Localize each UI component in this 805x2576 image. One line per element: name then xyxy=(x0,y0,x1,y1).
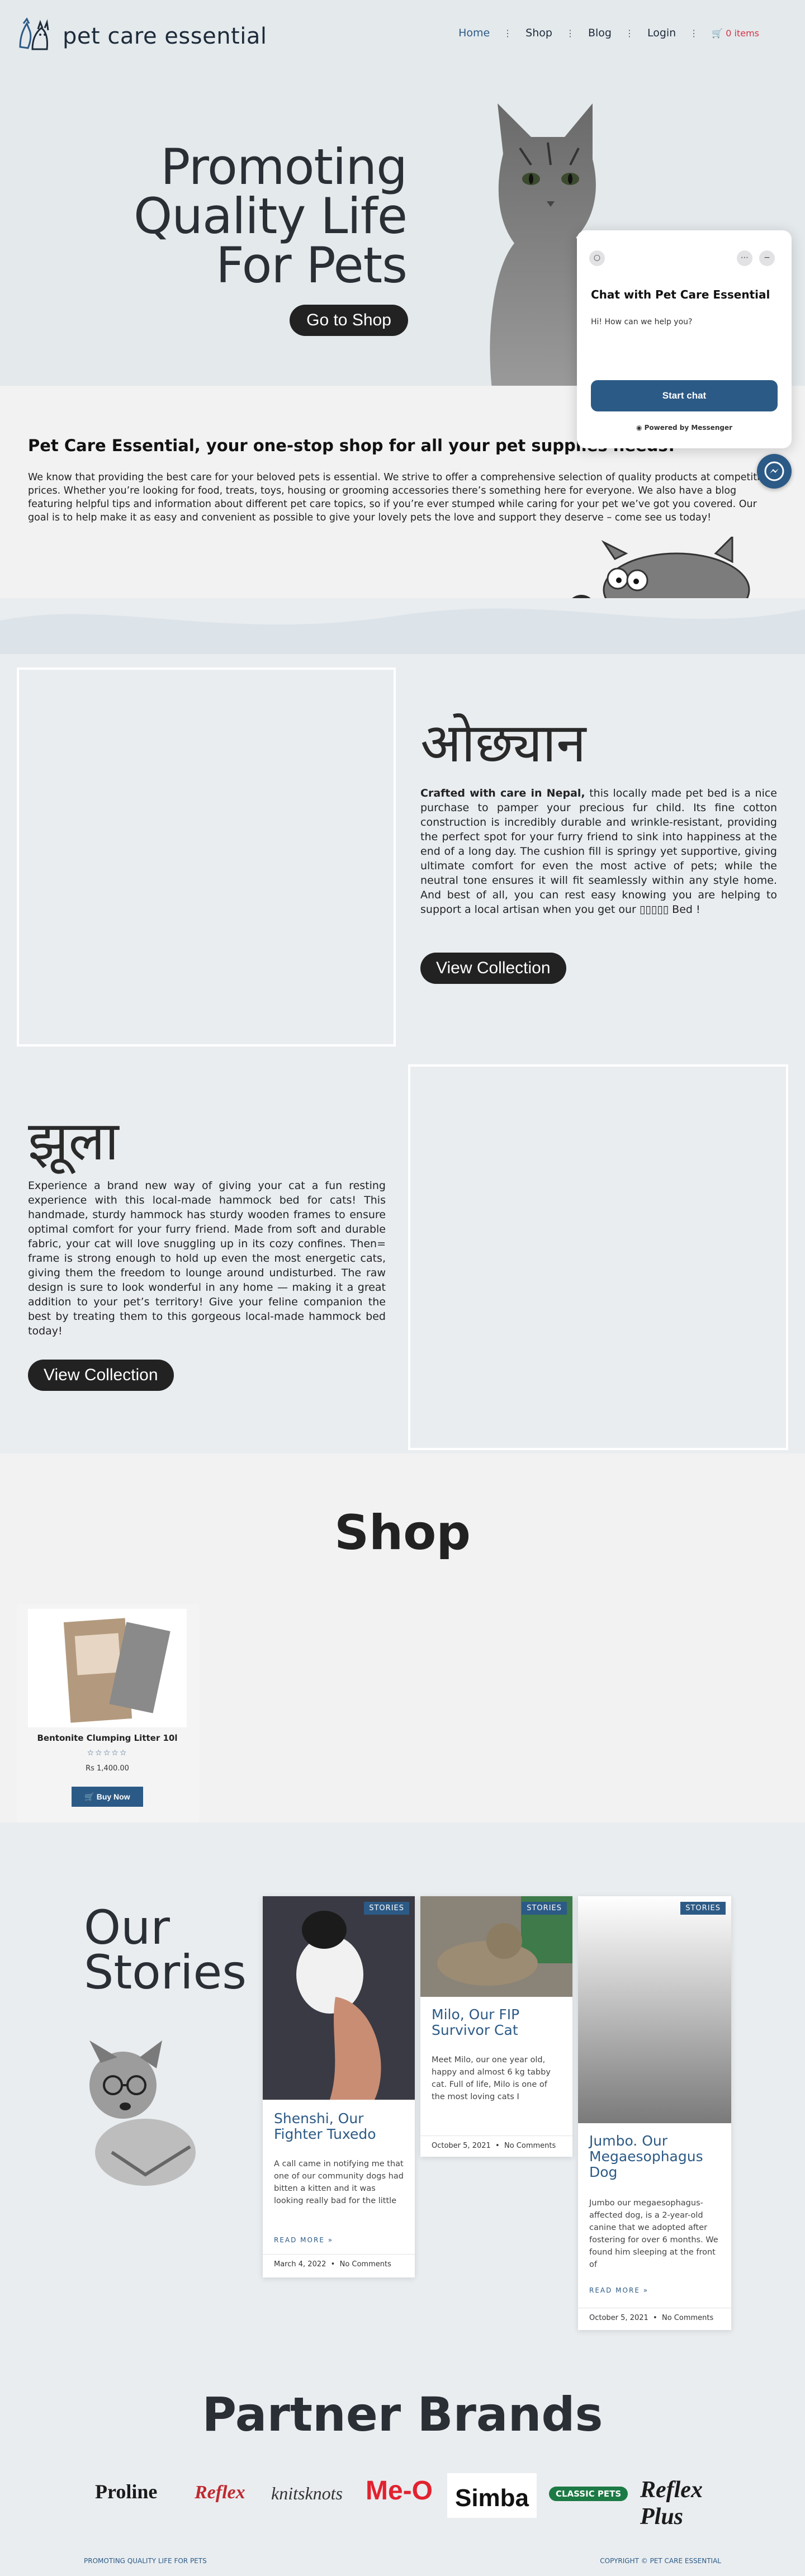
pet-logo-icon xyxy=(19,17,49,50)
story-category-badge[interactable]: STORIES xyxy=(680,1902,726,1915)
product-name[interactable]: Bentonite Clumping Litter 10l xyxy=(28,1733,187,1743)
partner-logo-reflex-plus[interactable]: Reflex Plus xyxy=(640,2476,721,2530)
pet-bed-image xyxy=(17,667,396,1046)
bed-view-collection-button[interactable]: View Collection xyxy=(420,953,566,984)
intro-text: We know that providing the best care for… xyxy=(28,472,772,523)
story-meta: October 5, 2021 • No Comments xyxy=(578,2308,731,2328)
story-title[interactable]: Jumbo. Our Megaesophagus Dog xyxy=(589,2133,719,2180)
hero-title-line: Quality Life xyxy=(133,187,408,245)
story-comments[interactable]: No Comments xyxy=(504,2142,556,2150)
chat-minimize-icon[interactable]: − xyxy=(759,250,775,266)
footer-tagline: PROMOTING QUALITY LIFE FOR PETS xyxy=(84,2557,207,2565)
start-chat-button[interactable]: Start chat xyxy=(591,380,778,411)
story-meta: October 5, 2021 • No Comments xyxy=(420,2135,572,2156)
partner-logo-knitsknots[interactable]: knitsknots xyxy=(271,2483,343,2504)
litter-bag-image xyxy=(63,1618,171,1723)
messenger-icon xyxy=(764,461,784,481)
nav-blog[interactable]: Blog xyxy=(575,27,625,39)
story-image xyxy=(578,1896,731,2123)
wave-divider xyxy=(0,608,805,654)
chat-greeting: Hi! How can we help you? xyxy=(591,318,693,326)
cart-link[interactable]: 🛒 0 items xyxy=(698,28,773,39)
cat-hammock-image xyxy=(408,1064,788,1450)
story-category-badge[interactable]: STORIES xyxy=(364,1902,409,1915)
hero-title-line: For Pets xyxy=(216,236,408,294)
story-category-badge[interactable]: STORIES xyxy=(522,1902,567,1915)
nav-separator: ⋮ xyxy=(503,27,513,39)
messenger-launcher-button[interactable] xyxy=(757,454,792,489)
story-date: October 5, 2021 xyxy=(589,2314,648,2322)
story-excerpt: Jumbo our megaesophagus-affected dog, is… xyxy=(589,2199,718,2269)
rating-stars-icon: ☆☆☆☆☆ xyxy=(87,1749,128,1758)
site-logo[interactable]: pet care essential xyxy=(16,17,267,56)
chat-avatar-icon: ○ xyxy=(589,250,605,266)
nav-separator: ⋮ xyxy=(624,27,634,39)
bed-lead: Crafted with care in Nepal, xyxy=(420,787,585,799)
bed-description: Crafted with care in Nepal, this locally… xyxy=(420,786,777,917)
hammock-title: झूला xyxy=(28,1110,119,1172)
story-excerpt: Meet Milo, our one year old, happy and a… xyxy=(432,2056,551,2101)
stories-title-line: Stories xyxy=(84,1945,247,2000)
story-date: March 4, 2022 xyxy=(274,2260,326,2269)
partner-logo-simba[interactable]: Simba xyxy=(447,2473,537,2518)
chat-more-icon[interactable]: ⋯ xyxy=(737,250,752,266)
go-to-shop-button[interactable]: Go to Shop xyxy=(290,305,408,336)
nav-separator: ⋮ xyxy=(689,27,699,39)
hero-title: Promoting Quality Life For Pets xyxy=(133,138,408,294)
stories-title: Our Stories xyxy=(84,1900,247,2000)
powered-by-label: Powered by Messenger xyxy=(644,424,733,432)
story-title[interactable]: Milo, Our FIP Survivor Cat xyxy=(432,2007,561,2038)
partner-logos-row: Proline Reflex knitsknots Me-O Simba CLA… xyxy=(89,2470,721,2530)
product-price: Rs 1,400.00 xyxy=(86,1764,129,1773)
partner-logo-meo[interactable]: Me-O xyxy=(366,2475,433,2506)
site-header: pet care essential Home ⋮ Shop ⋮ Blog ⋮ … xyxy=(0,0,805,73)
nav-login[interactable]: Login xyxy=(634,27,689,39)
product-card[interactable]: Bentonite Clumping Litter 10l ☆☆☆☆☆ Rs 1… xyxy=(28,1609,187,1819)
story-excerpt: A call came in notifying me that one of … xyxy=(274,2160,404,2205)
story-comments[interactable]: No Comments xyxy=(340,2260,391,2269)
main-nav: Home ⋮ Shop ⋮ Blog ⋮ Login ⋮ 🛒 0 items xyxy=(445,27,773,39)
messenger-icon: ◉ xyxy=(636,424,642,432)
partner-logo-classic-pets[interactable]: CLASSIC PETS xyxy=(549,2487,628,2501)
read-more-link[interactable]: READ MORE » xyxy=(589,2286,648,2294)
nav-separator: ⋮ xyxy=(565,27,575,39)
stories-title-line: Our xyxy=(84,1900,170,1955)
partner-logo-proline[interactable]: Proline xyxy=(95,2480,157,2503)
dog-with-glasses-illustration xyxy=(89,2040,196,2186)
story-card-jumbo[interactable]: STORIES Jumbo. Our Megaesophagus Dog Jum… xyxy=(578,1896,731,2330)
partner-logo-reflex[interactable]: Reflex xyxy=(195,2482,245,2503)
hammock-description: Experience a brand new way of giving you… xyxy=(28,1180,386,1337)
story-meta: March 4, 2022 • No Comments xyxy=(263,2254,415,2274)
footer-copyright: COPYRIGHT © PET CARE ESSENTIAL xyxy=(600,2557,721,2565)
bed-text: this locally made pet bed is a nice purc… xyxy=(420,787,777,916)
story-card-shenshi[interactable]: STORIES Shenshi, Our Fighter Tuxedo A ca… xyxy=(263,1896,415,2277)
nav-shop[interactable]: Shop xyxy=(512,27,566,39)
partners-title: Partner Brands xyxy=(202,2387,603,2442)
story-image xyxy=(263,1896,415,2100)
story-comments[interactable]: No Comments xyxy=(662,2314,713,2322)
hammock-view-collection-button[interactable]: View Collection xyxy=(28,1360,174,1391)
bed-title: ओछ्यान xyxy=(420,712,586,774)
product-image[interactable] xyxy=(28,1609,187,1727)
cart-count: 0 items xyxy=(726,27,759,39)
brand-name: pet care essential xyxy=(63,23,267,49)
story-title[interactable]: Shenshi, Our Fighter Tuxedo xyxy=(274,2111,404,2142)
powered-by-messenger: ◉ Powered by Messenger xyxy=(577,424,792,432)
story-date: October 5, 2021 xyxy=(432,2142,491,2150)
read-more-link[interactable]: READ MORE » xyxy=(274,2236,333,2244)
shop-title: Shop xyxy=(334,1505,471,1561)
wave-divider xyxy=(0,1825,805,1867)
messenger-chat-popup[interactable]: ○ ⋯ − Chat with Pet Care Essential Hi! H… xyxy=(577,230,792,448)
nav-home[interactable]: Home xyxy=(445,27,503,39)
cart-icon: 🛒 xyxy=(712,27,723,39)
chat-title: Chat with Pet Care Essential xyxy=(591,288,770,301)
hero-title-line: Promoting xyxy=(160,138,408,196)
story-card-milo[interactable]: STORIES Milo, Our FIP Survivor Cat Meet … xyxy=(420,1896,572,2157)
